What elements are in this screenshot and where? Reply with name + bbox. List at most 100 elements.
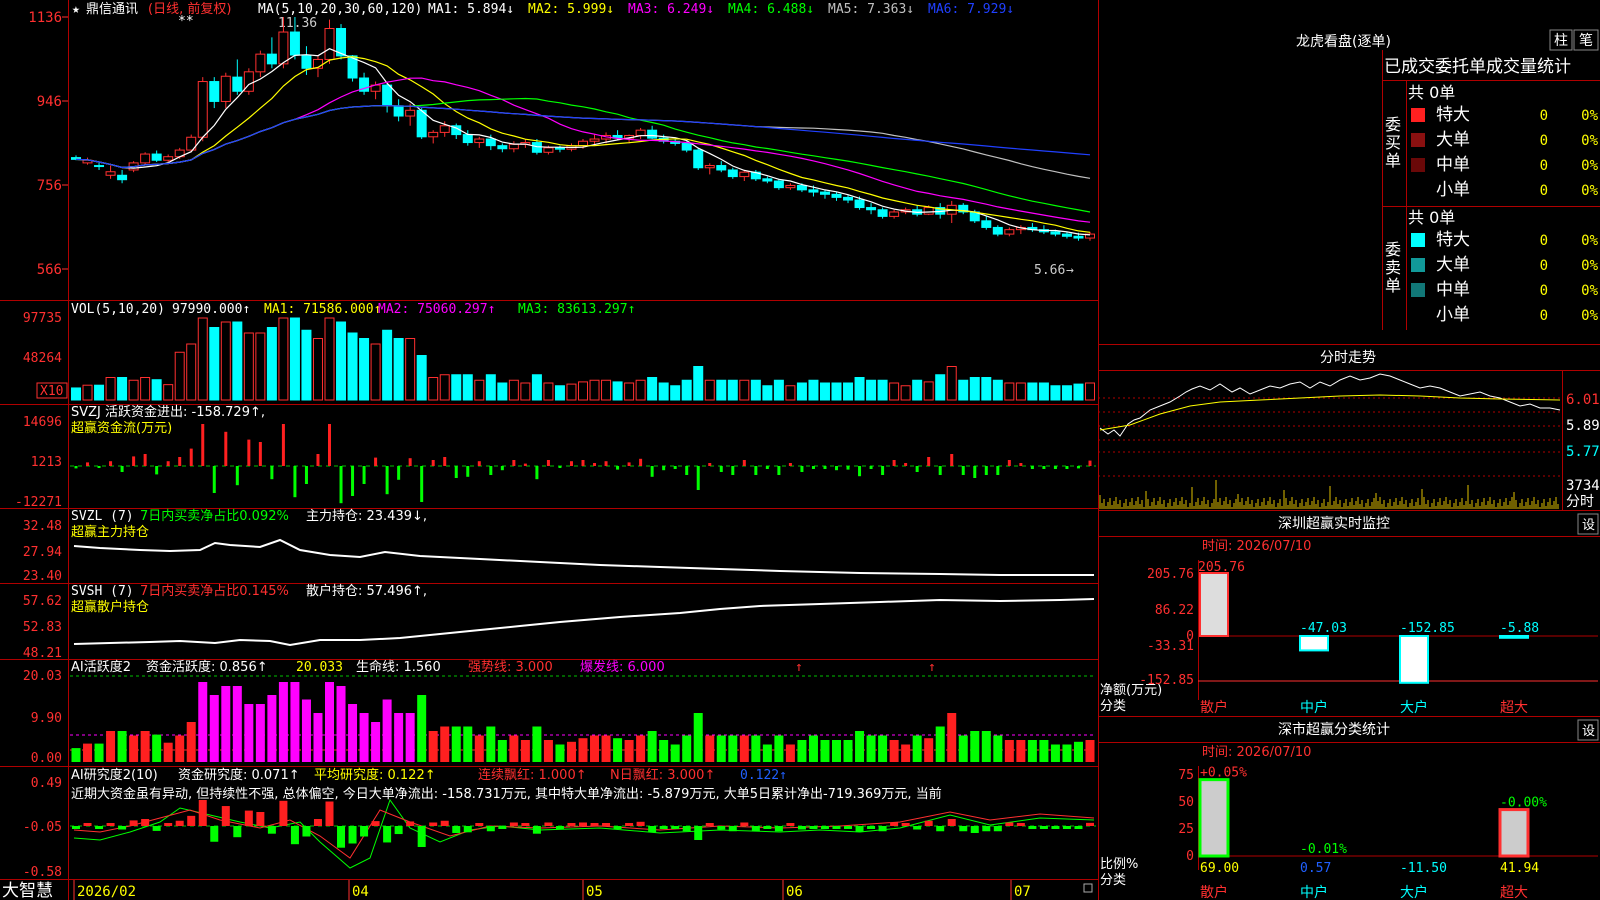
- candle-body: [681, 142, 692, 151]
- svsh-ratio: 7日内买卖净占比0.145%: [140, 583, 289, 599]
- ai-research-bar: [371, 821, 380, 826]
- ai-research-bar: [1086, 822, 1094, 826]
- monitor-category-label: 分类: [1100, 699, 1126, 714]
- intraday-panel: 分时走势 6.01 5.89 5.77 3734 分时: [1098, 350, 1600, 510]
- ai-research-bar: [947, 819, 956, 826]
- ai-research-bar: [394, 826, 403, 835]
- volume-bar: [393, 338, 404, 401]
- volume-bar: [912, 379, 923, 401]
- order-row-label: 小单: [1436, 305, 1470, 325]
- ai-research-bar: [187, 815, 196, 826]
- monitor-settings-label: 设: [1582, 518, 1595, 533]
- volume-bar: [1085, 382, 1095, 401]
- svzj-bar: [166, 461, 170, 466]
- svg-text:委: 委: [1385, 115, 1401, 134]
- order-row-label: 小单: [1436, 180, 1470, 200]
- order-color-swatch: [1411, 133, 1425, 147]
- ai-research-bar: [832, 826, 841, 829]
- svzj-bar: [846, 466, 850, 470]
- ai-research-bar: [118, 826, 127, 830]
- candle-body: [578, 140, 588, 147]
- ai-research-bar: [1005, 822, 1014, 826]
- volume-bar: [946, 366, 957, 401]
- svzj-header: SVZJ 活跃资金进出: -158.729↑,: [71, 404, 265, 420]
- volume-bar: [762, 385, 773, 401]
- stock-chart-canvas[interactable]: 1136 946 756 566 ★ 鼎信通讯 (日线, 前复权) MA(5,1…: [0, 0, 1600, 900]
- svzj-bar: [639, 458, 643, 466]
- volume-bar: [773, 379, 784, 401]
- candle-body: [301, 54, 312, 69]
- candle-body: [117, 174, 128, 181]
- ai-activity-bar: [221, 686, 231, 762]
- ai10-consecutive: 连续飘红: 1.000↑: [478, 767, 587, 783]
- svzj-bar: [558, 466, 562, 468]
- volume-bar: [439, 374, 450, 401]
- ai-activity-bar: [290, 682, 300, 762]
- ai-research-bar: [751, 826, 760, 832]
- vol-ma3: MA3: 83613.297↑: [518, 302, 635, 317]
- volume-bar: [82, 384, 93, 401]
- ai-activity-bar: [1027, 740, 1037, 762]
- ai-research-bar: [970, 826, 979, 833]
- volume-bar: [359, 338, 370, 401]
- tick-view-label: 笔: [1579, 33, 1593, 49]
- intraday-title: 分时走势: [1320, 350, 1376, 366]
- ai-research-bar: [936, 826, 945, 832]
- ai-activity-bar: [901, 744, 911, 762]
- ma-line: [75, 105, 1091, 169]
- volume-bar: [958, 379, 969, 401]
- candle-body: [485, 138, 496, 147]
- svzl-header: SVZL (7): [71, 509, 134, 524]
- volume-bar: [370, 343, 381, 401]
- monitor-bars: 205.76 散户 -47.03 中户 -152.85 大户 -5.88 超大: [1198, 560, 1539, 716]
- svzj-bar: [961, 466, 965, 475]
- volume-bar: [209, 327, 220, 401]
- buy-total: 共 0单: [1408, 83, 1455, 102]
- ma6-value: MA6: 7.929↓: [928, 2, 1014, 17]
- svzj-bar: [1042, 466, 1046, 469]
- ai-activity-bar: [1085, 740, 1095, 762]
- ai-activity-bar: [428, 731, 438, 762]
- ai-research-bar: [325, 801, 334, 826]
- candle-body: [508, 143, 519, 150]
- candle-body: [382, 84, 393, 107]
- svzj-bar: [581, 460, 585, 466]
- ai-research-bar: [198, 800, 207, 826]
- monitor-bar: [1499, 635, 1529, 639]
- volume-bar: [312, 338, 323, 401]
- stat-tick: 50: [1178, 795, 1194, 810]
- svzj-bar: [627, 462, 631, 466]
- ai-research-bar: [141, 819, 150, 826]
- monitor-value: -47.03: [1300, 621, 1347, 636]
- volume-bar: [324, 317, 335, 401]
- volume-bar: [255, 332, 266, 401]
- svzj-bar: [97, 466, 101, 468]
- ai-research-bar: [106, 823, 115, 826]
- ai-activity-bar: [624, 740, 634, 762]
- svzj-bar: [593, 463, 597, 466]
- candle-body: [197, 81, 208, 138]
- ai-research-bar: [671, 826, 680, 829]
- ai10-tick: -0.05: [23, 820, 62, 835]
- stat-bars: +0.05% 69.00 散户 -0.01% 0.57 中户 -11.50 大户 -0.00% 4…: [1198, 766, 1547, 900]
- ai-activity-bar: [981, 731, 991, 762]
- vol-ma2: MA2: 75060.297↑: [378, 302, 495, 317]
- ai-research-bar: [694, 826, 703, 840]
- svzj-bar: [904, 463, 908, 466]
- ai-activity-bar: [947, 713, 957, 762]
- order-row-label: 中单: [1436, 155, 1470, 175]
- svzj-bars: [74, 424, 1092, 504]
- ai-research-bar: [786, 823, 795, 826]
- volume-bar: [877, 379, 888, 401]
- ai10-tick: -0.58: [23, 865, 62, 880]
- svzj-bar: [823, 466, 827, 469]
- ai-research-bar: [820, 826, 829, 829]
- ai-activity-bar: [878, 735, 888, 762]
- candle-body: [693, 149, 704, 169]
- svzl-tick: 27.94: [23, 545, 62, 560]
- ai-activity-bar: [520, 740, 530, 762]
- ai-activity-bar: [935, 726, 945, 762]
- ai-research-bar: [290, 826, 299, 845]
- monitor-value: 205.76: [1198, 560, 1245, 575]
- ai-research-bar: [267, 826, 276, 834]
